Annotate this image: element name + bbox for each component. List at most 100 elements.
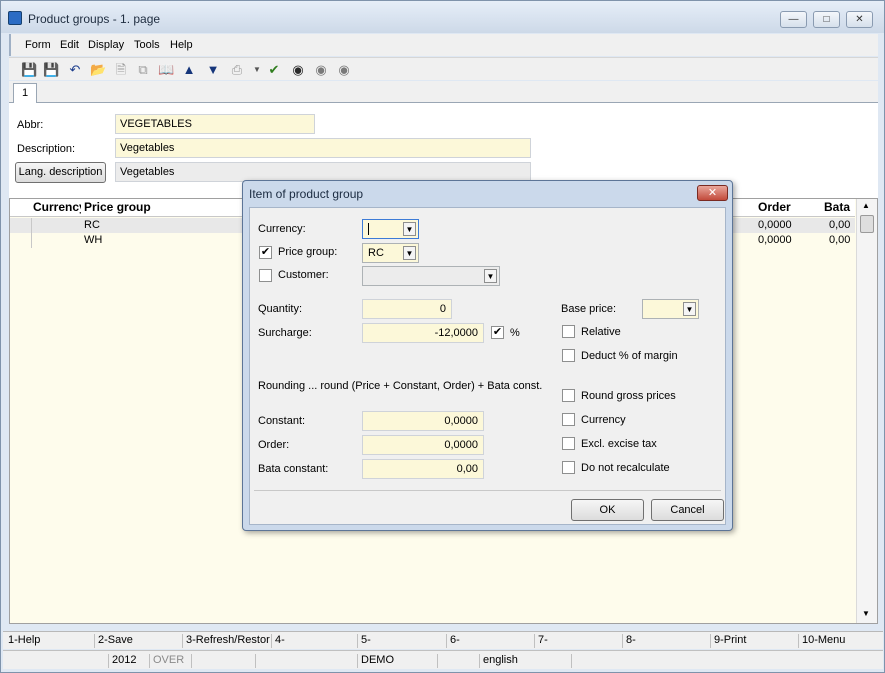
close-button[interactable]: ✕ xyxy=(846,11,873,28)
scroll-thumb[interactable] xyxy=(860,215,874,233)
price-group-label: Price group: xyxy=(278,246,338,258)
ok-button[interactable]: OK xyxy=(571,499,644,521)
status-language: english xyxy=(479,654,571,668)
chevron-down-icon[interactable]: ▼ xyxy=(249,62,265,78)
column-header-price-group[interactable]: Price group xyxy=(84,200,151,214)
binoculars-icon[interactable]: ◉ xyxy=(290,62,306,78)
menu-form[interactable]: Form xyxy=(25,39,51,51)
currency-dropdown[interactable]: ▼ xyxy=(362,219,419,239)
order-field[interactable]: 0,0000 xyxy=(362,435,484,455)
cell-bata: 0,00 xyxy=(829,219,851,231)
new-document-icon[interactable]: 🗎 xyxy=(113,62,129,78)
vertical-scrollbar[interactable]: ▲ ▼ xyxy=(856,199,877,623)
price-group-dropdown[interactable]: RC ▼ xyxy=(362,243,419,263)
print-icon[interactable]: ⎙ xyxy=(229,62,245,78)
status-company: DEMO xyxy=(357,654,437,668)
round-gross-label: Round gross prices xyxy=(581,390,676,402)
maximize-button[interactable]: □ xyxy=(813,11,840,28)
excise-tax-label: Excl. excise tax xyxy=(581,438,657,450)
deduct-margin-label: Deduct % of margin xyxy=(581,350,678,362)
status-cell-empty xyxy=(571,654,881,668)
toolbar: 💾 💾 ↶ 📂 🗎 ⧉ 📖 ▲ ▼ ⎙ ▼ ✔ ◉ ◉ ◉ xyxy=(9,57,878,80)
save-icon[interactable]: 💾 xyxy=(21,62,37,78)
tab-strip: 1 xyxy=(9,81,878,103)
window-title: Product groups - 1. page xyxy=(28,12,161,26)
constant-field[interactable]: 0,0000 xyxy=(362,411,484,431)
undo-icon[interactable]: ↶ xyxy=(67,62,83,78)
find-next-icon[interactable]: ◉ xyxy=(313,62,329,78)
quantity-field[interactable]: 0 xyxy=(362,299,452,319)
lang-description-button[interactable]: Lang. description xyxy=(15,162,106,183)
copy-icon[interactable]: ⧉ xyxy=(135,62,151,78)
scroll-up-icon[interactable]: ▲ xyxy=(862,201,870,210)
currency-checkbox[interactable] xyxy=(562,413,575,426)
fkey-4[interactable]: 4- xyxy=(271,634,357,648)
arrow-up-icon[interactable]: ▲ xyxy=(181,62,197,78)
surcharge-field[interactable]: -12,0000 xyxy=(362,323,484,343)
base-price-label: Base price: xyxy=(561,303,617,315)
fkey-refresh[interactable]: 3-Refresh/Restore xyxy=(182,634,270,648)
excise-tax-checkbox[interactable] xyxy=(562,437,575,450)
deduct-margin-checkbox[interactable] xyxy=(562,349,575,362)
base-price-dropdown[interactable]: ▼ xyxy=(642,299,699,319)
cancel-button[interactable]: Cancel xyxy=(651,499,724,521)
status-bar: 2012 OVER DEMO english xyxy=(3,650,883,669)
percent-checkbox[interactable] xyxy=(491,326,504,339)
chevron-down-icon[interactable]: ▼ xyxy=(683,302,696,316)
save-close-icon[interactable]: 💾 xyxy=(43,62,59,78)
menu-help[interactable]: Help xyxy=(170,39,193,51)
minimize-button[interactable]: — xyxy=(780,11,807,28)
tab-page-1[interactable]: 1 xyxy=(13,83,37,103)
relative-checkbox[interactable] xyxy=(562,325,575,338)
menu-tools[interactable]: Tools xyxy=(134,39,160,51)
chevron-down-icon[interactable]: ▼ xyxy=(484,269,497,283)
column-header-order[interactable]: Order xyxy=(758,200,791,214)
status-cell-empty xyxy=(191,654,255,668)
cell-order: 0,0000 xyxy=(758,219,792,231)
bata-constant-label: Bata constant: xyxy=(258,463,329,475)
find-previous-icon[interactable]: ◉ xyxy=(336,62,352,78)
menu-edit[interactable]: Edit xyxy=(60,39,79,51)
quantity-label: Quantity: xyxy=(258,303,303,315)
fkey-save[interactable]: 2-Save xyxy=(94,634,182,648)
fkey-8[interactable]: 8- xyxy=(622,634,710,648)
column-header-currency[interactable]: Currency xyxy=(33,200,81,214)
open-folder-icon[interactable]: 📂 xyxy=(90,62,106,78)
currency-checkbox-label: Currency xyxy=(581,414,626,426)
order-label: Order: xyxy=(258,439,290,451)
percent-label: % xyxy=(510,327,520,339)
fkey-print[interactable]: 9-Print xyxy=(710,634,798,648)
arrow-down-icon[interactable]: ▼ xyxy=(205,62,221,78)
fkey-6[interactable]: 6- xyxy=(446,634,534,648)
fkey-menu[interactable]: 10-Menu xyxy=(798,634,880,648)
abbr-field[interactable]: VEGETABLES xyxy=(115,114,315,134)
cell-order: 0,0000 xyxy=(758,234,792,246)
book-icon[interactable]: 📖 xyxy=(158,62,174,78)
function-key-bar: 1-Help 2-Save 3-Refresh/Restore 4- 5- 6-… xyxy=(3,631,883,649)
customer-checkbox[interactable] xyxy=(259,269,272,282)
bata-constant-field[interactable]: 0,00 xyxy=(362,459,484,479)
column-divider xyxy=(31,218,32,248)
chevron-down-icon[interactable]: ▼ xyxy=(403,246,416,260)
cell-bata: 0,00 xyxy=(829,234,851,246)
customer-dropdown[interactable]: ▼ xyxy=(362,266,500,286)
cell-price-group: RC xyxy=(84,219,100,231)
chevron-down-icon[interactable]: ▼ xyxy=(403,222,416,236)
fkey-7[interactable]: 7- xyxy=(534,634,622,648)
description-field[interactable]: Vegetables xyxy=(115,138,531,158)
fkey-help[interactable]: 1-Help xyxy=(5,634,93,648)
round-gross-checkbox[interactable] xyxy=(562,389,575,402)
no-recalculate-checkbox[interactable] xyxy=(562,461,575,474)
menu-display[interactable]: Display xyxy=(88,39,124,51)
status-cell-empty xyxy=(255,654,315,668)
column-header-bata[interactable]: Bata xyxy=(824,200,850,214)
scroll-down-icon[interactable]: ▼ xyxy=(862,609,870,618)
filter-check-icon[interactable]: ✔ xyxy=(266,62,282,78)
dialog-title: Item of product group xyxy=(249,187,364,201)
fkey-5[interactable]: 5- xyxy=(357,634,446,648)
dialog-body: Currency: ▼ Price group: RC ▼ Customer: … xyxy=(249,207,726,525)
price-group-checkbox[interactable] xyxy=(259,246,272,259)
dialog-close-icon[interactable]: ✕ xyxy=(697,185,728,201)
title-bar: Product groups - 1. page — □ ✕ xyxy=(1,1,884,33)
cell-price-group: WH xyxy=(84,234,103,246)
